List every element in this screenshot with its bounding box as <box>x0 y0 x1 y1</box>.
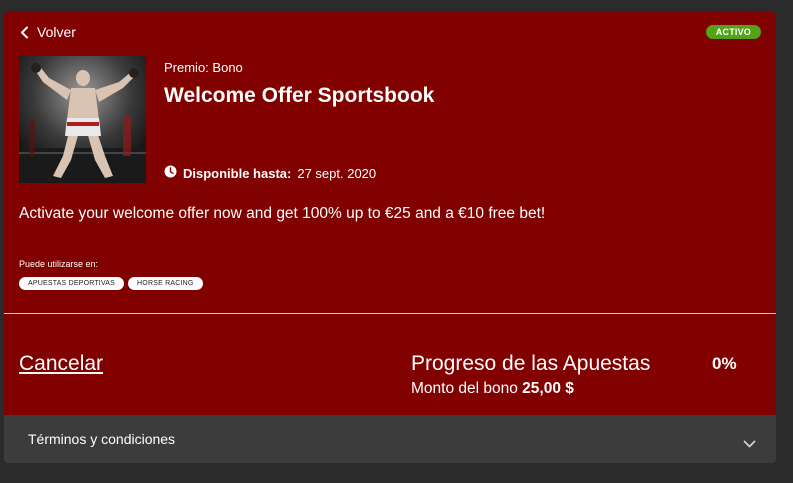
product-tags: APUESTAS DEPORTIVAS HORSE RACING <box>19 277 203 290</box>
usable-in-label: Puede utilizarse en: <box>19 259 99 269</box>
terms-label: Términos y condiciones <box>28 431 176 447</box>
offer-description: Activate your welcome offer now and get … <box>19 205 546 222</box>
clock-icon <box>164 165 177 181</box>
cancel-link[interactable]: Cancelar <box>19 352 103 376</box>
progress-label: Progreso de las Apuestas <box>411 352 651 375</box>
chevron-down-icon <box>743 435 756 453</box>
tag-horse-racing: HORSE RACING <box>128 277 203 290</box>
prize-label: Premio: <box>164 60 209 75</box>
available-date: 27 sept. 2020 <box>297 165 377 181</box>
offer-title: Welcome Offer Sportsbook <box>164 84 435 107</box>
bonus-card: Volver ACTIVO Premio: Bono Welcome Offer… <box>4 12 776 463</box>
bonus-amount-label: Monto del bono <box>411 380 518 397</box>
promo-image <box>19 56 146 183</box>
tag-sports-betting: APUESTAS DEPORTIVAS <box>19 277 125 290</box>
status-badge: ACTIVO <box>705 25 761 39</box>
terms-accordion[interactable]: Términos y condiciones <box>4 415 776 463</box>
back-label: Volver <box>37 24 76 40</box>
bonus-amount: Monto del bono 25,00 $ <box>411 380 574 398</box>
availability: Disponible hasta: 27 sept. 2020 <box>164 165 376 181</box>
bonus-amount-value: 25,00 $ <box>522 380 574 397</box>
divider <box>4 313 776 314</box>
available-label: Disponible hasta: <box>183 165 292 181</box>
chevron-left-icon <box>20 26 29 39</box>
back-link[interactable]: Volver <box>20 24 76 40</box>
prize-line: Premio: Bono <box>164 60 243 75</box>
prize-value: Bono <box>212 60 243 75</box>
progress-value: 0% <box>712 354 737 373</box>
